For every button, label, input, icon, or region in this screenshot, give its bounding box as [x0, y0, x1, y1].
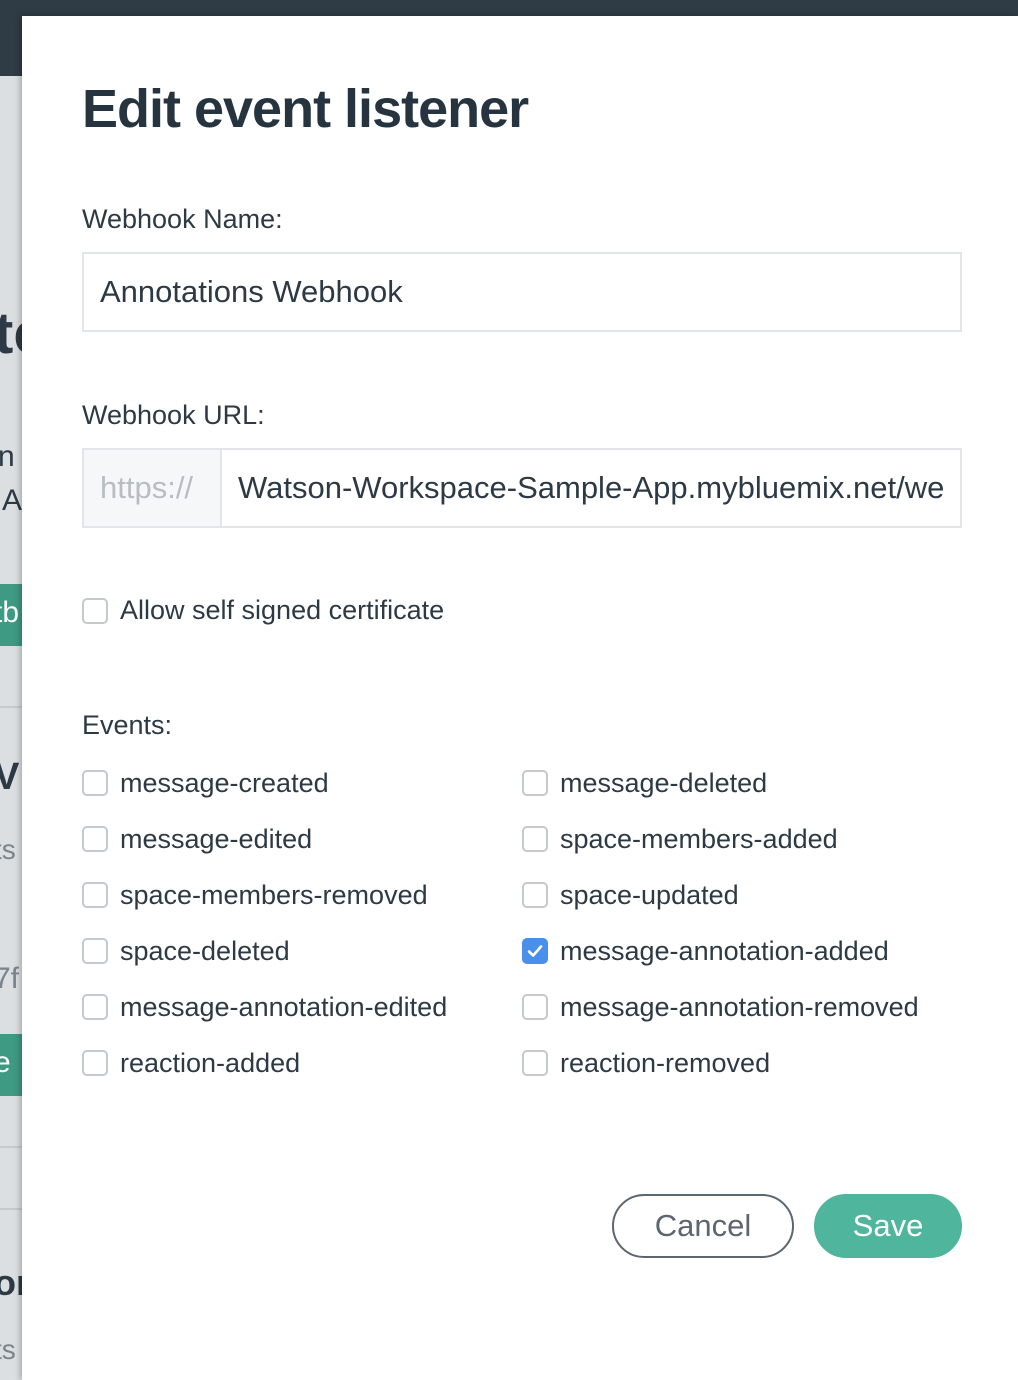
event-label: message-deleted	[560, 767, 768, 798]
save-button[interactable]: Save	[814, 1194, 962, 1258]
checkbox[interactable]	[82, 938, 108, 964]
webhook-name-input[interactable]	[82, 252, 962, 332]
event-label: space-members-added	[560, 823, 838, 854]
events-label: Events:	[82, 710, 173, 740]
background-button-fragment: e	[0, 1046, 11, 1079]
event-label: message-created	[120, 767, 329, 798]
event-checkbox-message-created[interactable]: message-created	[82, 768, 522, 798]
webhook-url-label: Webhook URL:	[82, 400, 265, 430]
edit-event-listener-dialog: Edit event listener Webhook Name: Webhoo…	[22, 16, 1018, 1380]
webhook-url-field: https://	[82, 448, 962, 528]
event-checkbox-space-updated[interactable]: space-updated	[522, 880, 962, 910]
event-label: message-annotation-removed	[560, 991, 919, 1022]
cancel-button[interactable]: Cancel	[612, 1194, 794, 1258]
checkbox[interactable]	[522, 882, 548, 908]
event-label: reaction-removed	[560, 1047, 771, 1078]
event-checkbox-message-annotation-edited[interactable]: message-annotation-edited	[82, 992, 522, 1022]
event-checkbox-space-members-added[interactable]: space-members-added	[522, 824, 962, 854]
background-heading-fragment: V	[0, 756, 20, 798]
checkbox-checked[interactable]	[522, 938, 548, 964]
self-signed-certificate-label: Allow self signed certificate	[120, 595, 445, 625]
events-list: message-created message-deleted message-ed…	[82, 768, 962, 1078]
event-checkbox-space-members-removed[interactable]: space-members-removed	[82, 880, 522, 910]
checkbox[interactable]	[522, 1050, 548, 1076]
webhook-url-input[interactable]	[222, 450, 960, 526]
background-text-fragment: A	[2, 484, 23, 517]
checkbox[interactable]	[522, 770, 548, 796]
checkbox[interactable]	[82, 597, 108, 624]
checkbox[interactable]	[82, 994, 108, 1020]
event-label: message-annotation-added	[560, 935, 889, 966]
event-label: space-members-removed	[120, 879, 428, 910]
event-label: message-annotation-edited	[120, 991, 448, 1022]
event-checkbox-message-annotation-removed[interactable]: message-annotation-removed	[522, 992, 962, 1022]
event-checkbox-message-edited[interactable]: message-edited	[82, 824, 522, 854]
checkbox[interactable]	[82, 826, 108, 852]
background-text-fragment: ts	[0, 1334, 16, 1365]
checkbox[interactable]	[522, 826, 548, 852]
background-text-fragment: n	[0, 440, 15, 473]
url-protocol-prefix: https://	[84, 450, 222, 526]
checkmark-icon	[527, 945, 543, 957]
dialog-title: Edit event listener	[82, 79, 529, 139]
checkbox[interactable]	[522, 994, 548, 1020]
background-text-fragment: ts	[0, 834, 16, 865]
event-label: message-edited	[120, 823, 313, 854]
checkbox[interactable]	[82, 770, 108, 796]
background-button-fragment: tb	[0, 596, 20, 629]
checkbox[interactable]	[82, 882, 108, 908]
event-checkbox-space-deleted[interactable]: space-deleted	[82, 936, 522, 966]
event-label: space-deleted	[120, 935, 290, 966]
event-label: space-updated	[560, 879, 739, 910]
background-text-fragment: 7f	[0, 962, 20, 995]
webhook-name-label: Webhook Name:	[82, 204, 283, 234]
event-checkbox-reaction-added[interactable]: reaction-added	[82, 1048, 522, 1078]
self-signed-certificate-checkbox[interactable]: Allow self signed certificate	[82, 595, 444, 626]
event-checkbox-reaction-removed[interactable]: reaction-removed	[522, 1048, 962, 1078]
checkbox[interactable]	[82, 1050, 108, 1076]
event-checkbox-message-annotation-added[interactable]: message-annotation-added	[522, 936, 962, 966]
event-label: reaction-added	[120, 1047, 301, 1078]
event-checkbox-message-deleted[interactable]: message-deleted	[522, 768, 962, 798]
